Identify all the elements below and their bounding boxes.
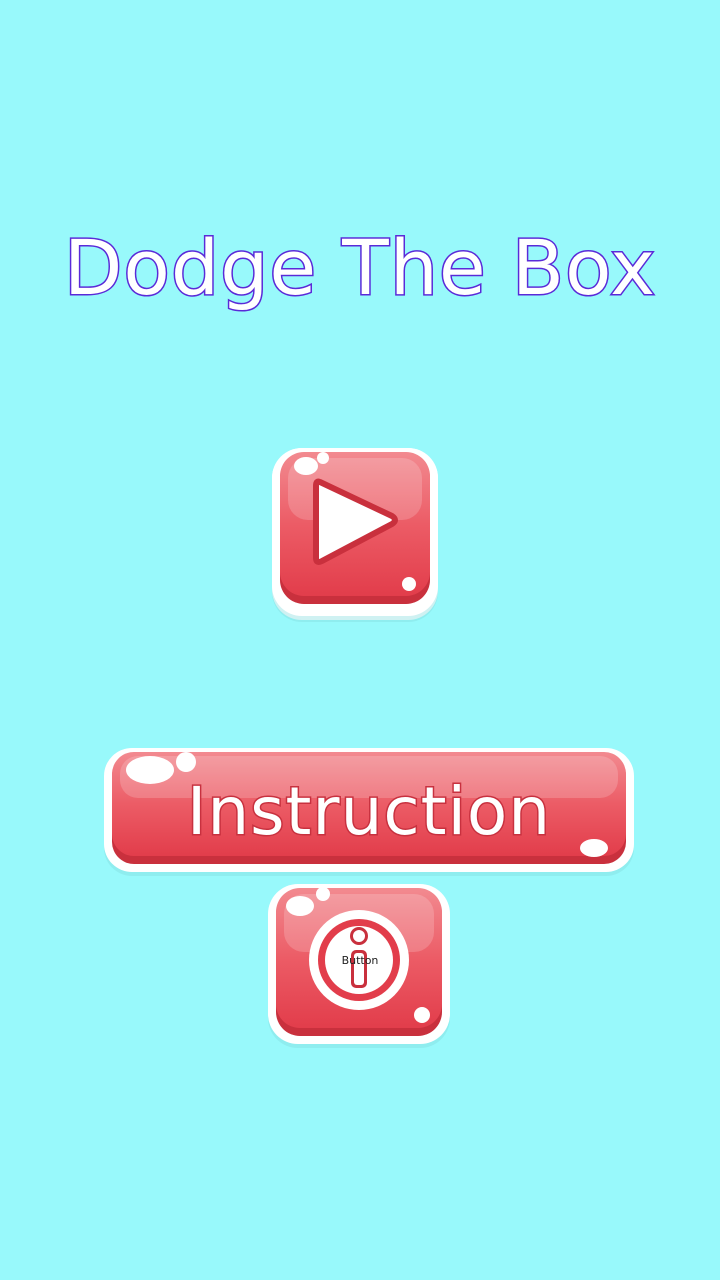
instruction-button[interactable] bbox=[100, 744, 638, 878]
game-title: Dodge The Box bbox=[62, 222, 657, 314]
info-button[interactable] bbox=[262, 878, 456, 1050]
play-button[interactable] bbox=[268, 444, 442, 624]
info-icon bbox=[309, 910, 409, 1010]
main-menu-screen: Dodge The Box Instruction Button bbox=[0, 0, 720, 1280]
